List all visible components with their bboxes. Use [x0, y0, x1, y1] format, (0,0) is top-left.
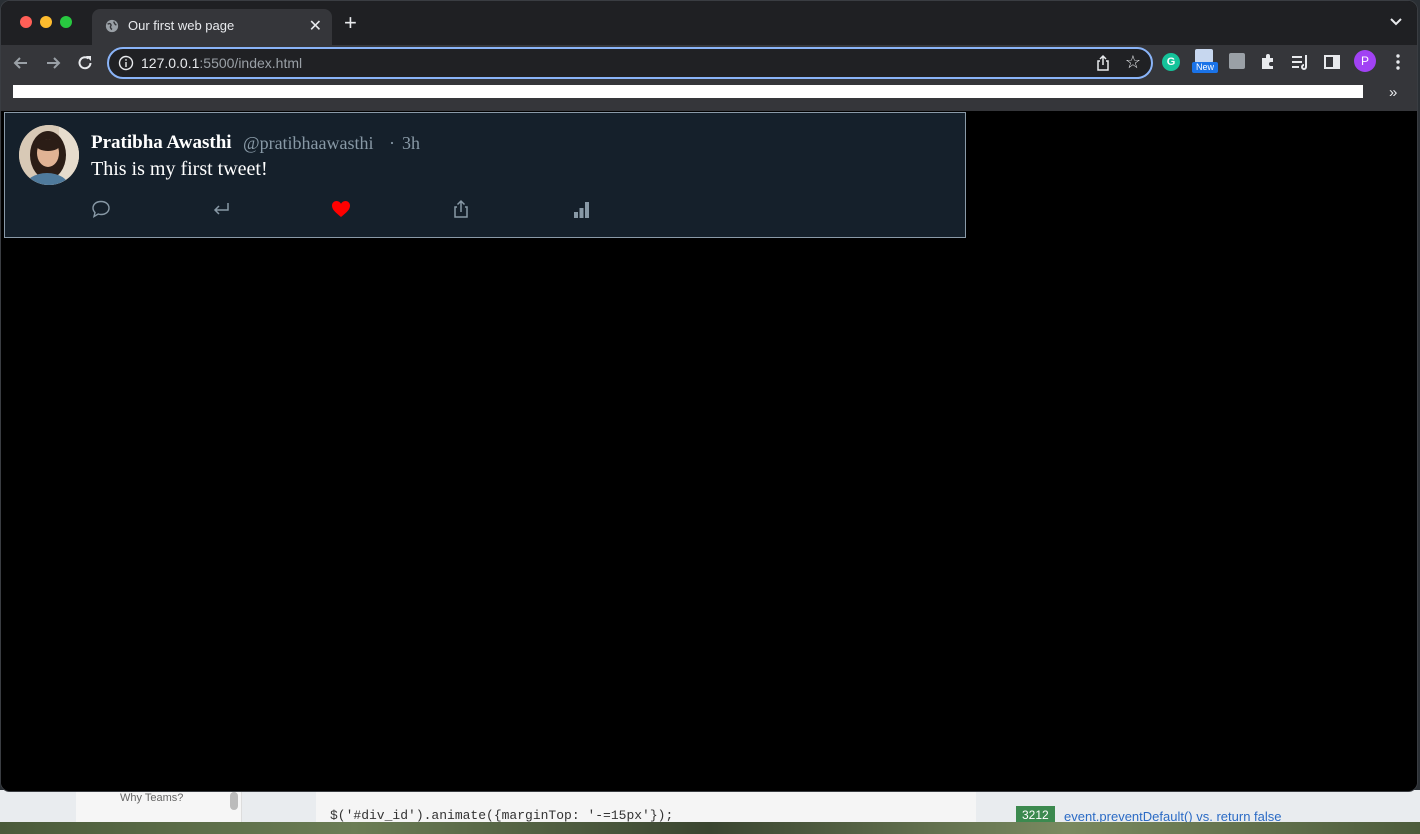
tab-title: Our first web page: [128, 18, 235, 33]
url-host: 127.0.0.1: [141, 55, 200, 71]
background-sidebar-text: Why Teams?: [120, 792, 184, 804]
bookmarks-redacted: [13, 85, 1363, 98]
chevron-down-icon[interactable]: [1389, 15, 1403, 29]
bookmarks-more-button[interactable]: »: [1389, 84, 1397, 101]
background-desktop: Why Teams? $('#div_id').animate({marginT…: [0, 790, 1420, 834]
info-icon[interactable]: [118, 55, 134, 71]
background-wallpaper: [0, 822, 1420, 834]
tweet-timestamp[interactable]: 3h: [402, 133, 420, 154]
back-arrow-icon[interactable]: [10, 52, 32, 74]
extension-new-icon[interactable]: New: [1192, 49, 1218, 75]
url-text[interactable]: 127.0.0.1:5500/index.html: [141, 55, 302, 71]
bookmark-star-icon[interactable]: ☆: [1125, 52, 1141, 73]
profile-avatar[interactable]: P: [1354, 50, 1376, 72]
tab-bar: Our first web page ✕ +: [1, 1, 1417, 45]
heart-icon[interactable]: [330, 198, 352, 220]
analytics-icon[interactable]: [570, 198, 592, 220]
reading-list-icon[interactable]: [1290, 52, 1310, 72]
page-viewport: Pratibha Awasthi @pratibhaawasthi · 3h T…: [1, 111, 1417, 791]
new-tab-button[interactable]: +: [344, 11, 357, 35]
tab-active[interactable]: Our first web page ✕: [92, 9, 332, 45]
comment-icon[interactable]: [90, 198, 112, 220]
close-window-button[interactable]: [20, 16, 32, 28]
meta-separator: ·: [389, 133, 395, 153]
reload-icon[interactable]: [74, 52, 96, 74]
address-bar[interactable]: 127.0.0.1:5500/index.html ☆: [107, 47, 1153, 79]
url-path: :5500/index.html: [199, 55, 303, 71]
share-icon[interactable]: [450, 198, 472, 220]
more-menu-icon[interactable]: [1391, 52, 1405, 72]
browser-window: Our first web page ✕ + 127.0.0.1:5500/in…: [0, 0, 1418, 792]
share-icon[interactable]: [1095, 54, 1111, 72]
forward-arrow-icon[interactable]: [42, 52, 64, 74]
tweet-card: Pratibha Awasthi @pratibhaawasthi · 3h T…: [4, 112, 966, 238]
extension-new-graphic: [1195, 49, 1213, 63]
author-handle[interactable]: @pratibhaawasthi: [243, 133, 374, 154]
extension-s-icon[interactable]: [1229, 53, 1245, 69]
background-scrollbar: [230, 792, 238, 810]
reply-icon[interactable]: [210, 198, 232, 220]
side-panel-icon[interactable]: [1322, 52, 1342, 72]
toolbar: 127.0.0.1:5500/index.html ☆ G New P: [1, 45, 1417, 81]
background-code-line: $('#div_id').animate({marginTop: '-=15px…: [330, 808, 674, 823]
grammarly-icon[interactable]: G: [1162, 53, 1180, 71]
avatar[interactable]: [19, 125, 79, 185]
author-name[interactable]: Pratibha Awasthi: [91, 132, 232, 154]
close-tab-icon[interactable]: ✕: [309, 16, 322, 36]
puzzle-icon[interactable]: [1258, 52, 1278, 72]
new-badge: New: [1192, 62, 1218, 73]
minimize-window-button[interactable]: [40, 16, 52, 28]
globe-icon: [105, 19, 119, 33]
maximize-window-button[interactable]: [60, 16, 72, 28]
bookmarks-bar: »: [1, 81, 1417, 111]
tweet-text: This is my first tweet!: [91, 158, 268, 180]
avatar-photo: [19, 125, 79, 185]
